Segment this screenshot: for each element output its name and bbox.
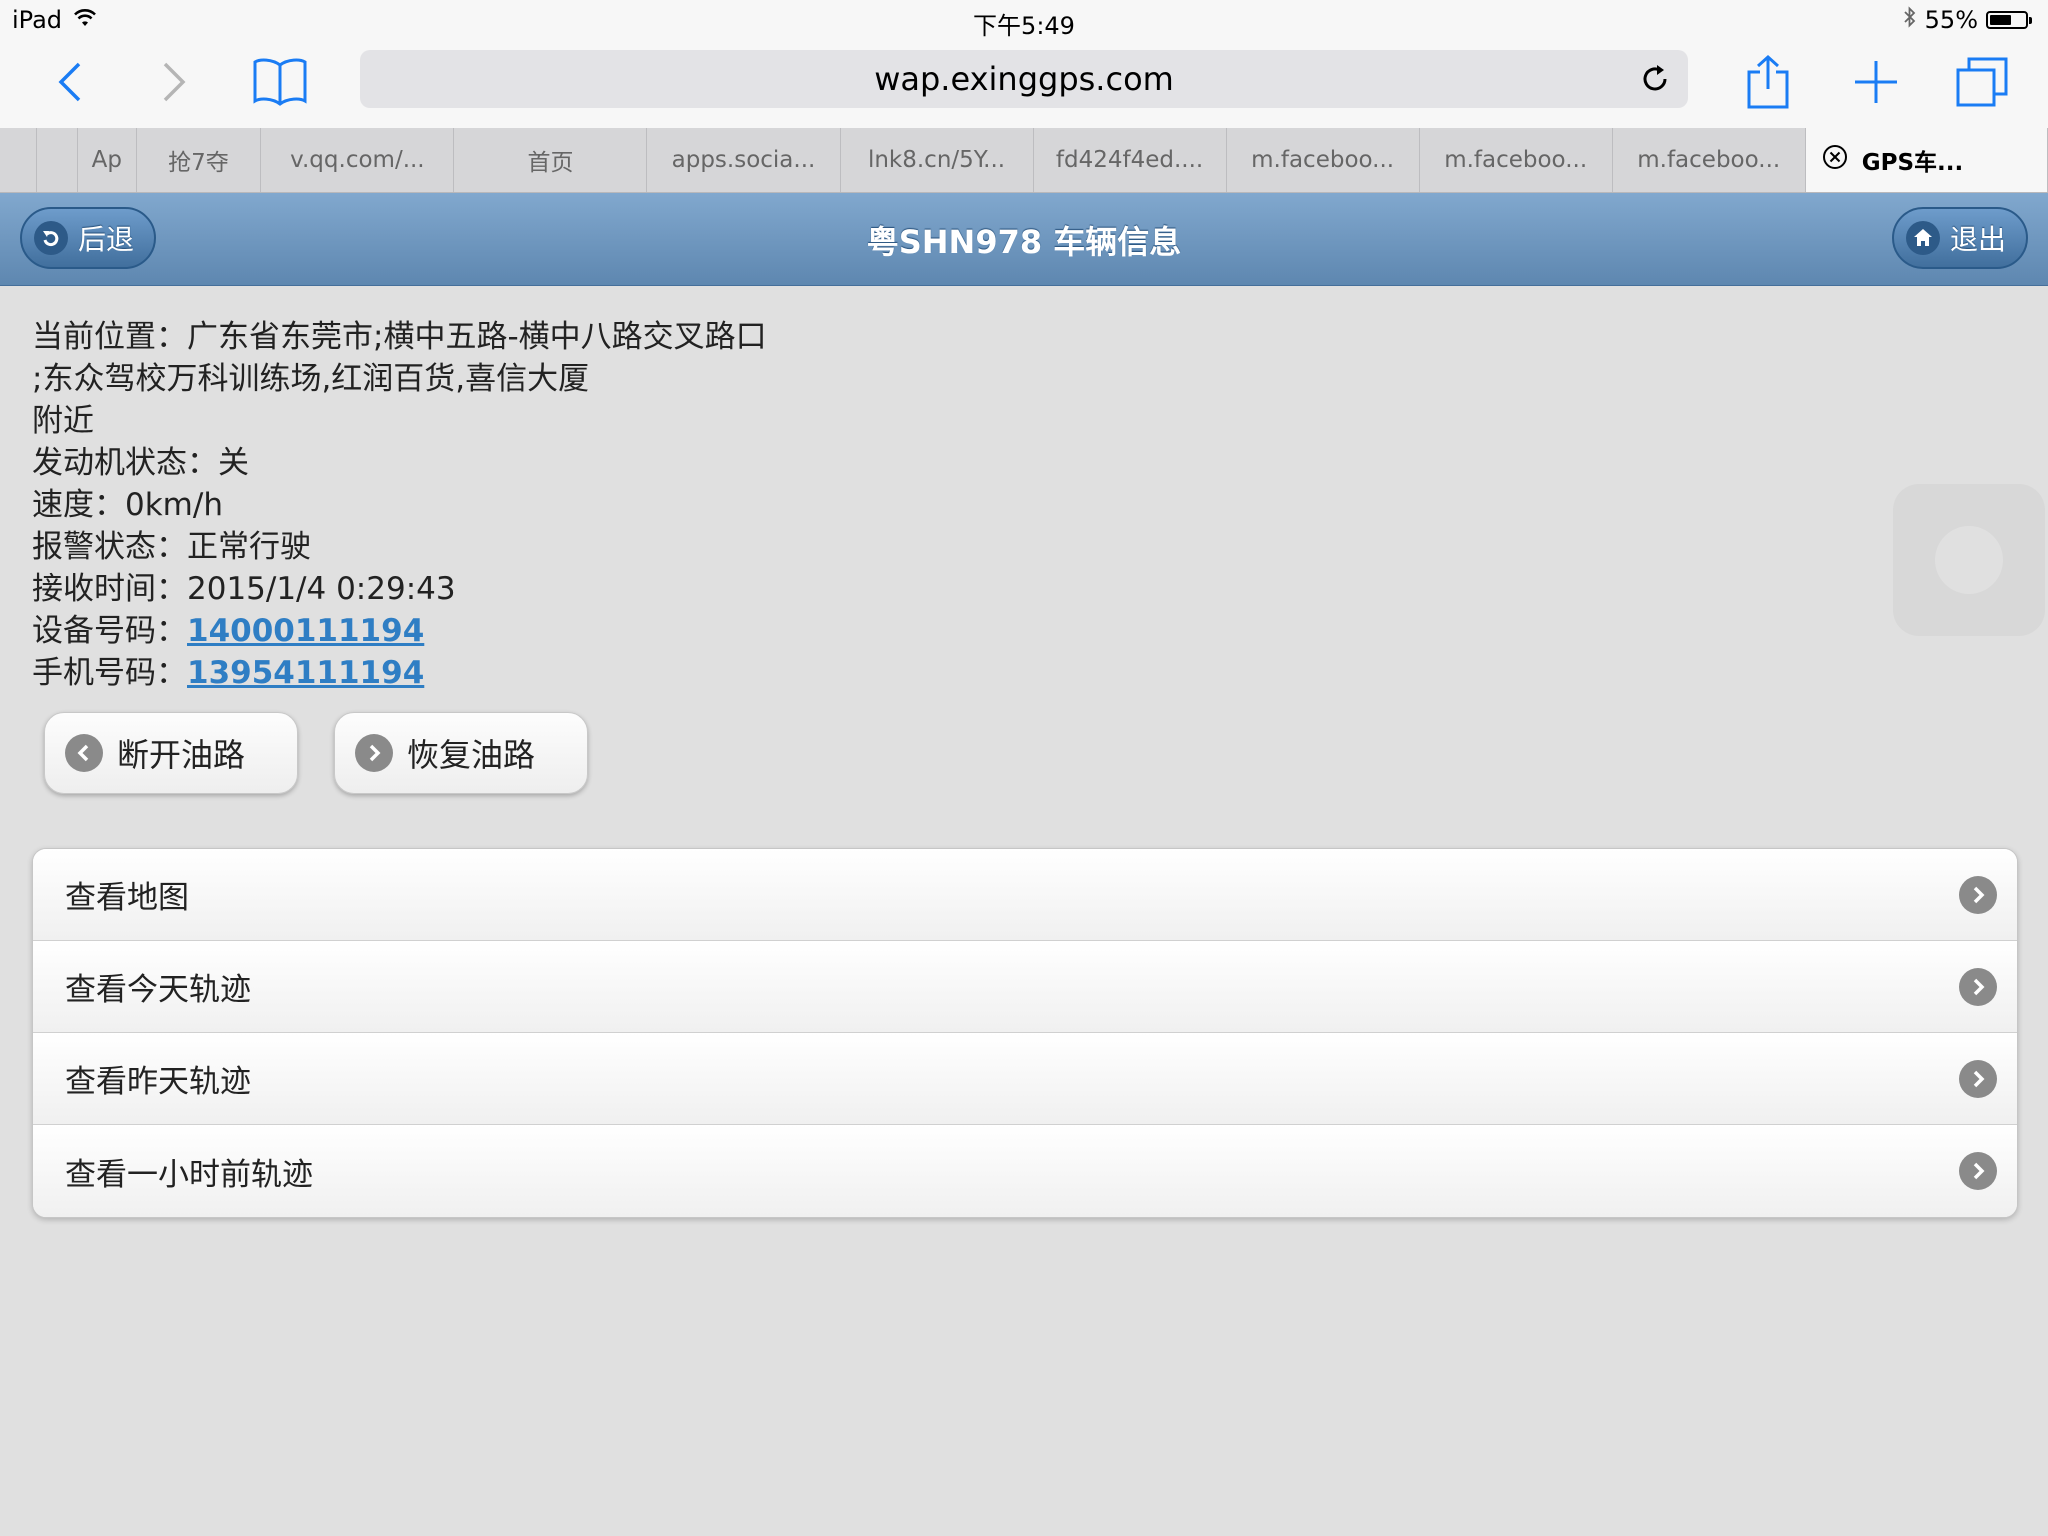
bookmarks-icon[interactable]	[248, 50, 312, 114]
tab-item[interactable]: Ap	[78, 128, 137, 192]
device-number-link[interactable]: 14000111194	[187, 613, 424, 649]
logout-button[interactable]: 退出	[1891, 207, 2028, 269]
share-icon[interactable]	[1736, 50, 1800, 114]
action-list: 查看地图 查看今天轨迹 查看昨天轨迹 查看一小时前轨迹	[32, 848, 2018, 1218]
assistive-touch-button[interactable]	[1893, 484, 2045, 636]
device-number-row: 设备号码：14000111194	[32, 610, 1032, 652]
tab-item[interactable]: m.faceboo...	[1613, 128, 1806, 192]
page-header: 后退 粤SHN978 车辆信息 退出	[0, 193, 2048, 286]
tab-item[interactable]: 抢7夺	[137, 128, 262, 192]
chevron-right-icon	[1959, 1060, 1997, 1098]
back-arrow-icon[interactable]	[38, 50, 102, 114]
tab-item[interactable]: apps.socia...	[647, 128, 841, 192]
tabs-overview-icon[interactable]	[1950, 50, 2014, 114]
list-item-label: 查看今天轨迹	[65, 972, 251, 1008]
tab-item[interactable]: lnk8.cn/5Y...	[841, 128, 1034, 192]
list-item-today-track[interactable]: 查看今天轨迹	[33, 941, 2017, 1033]
location-line-3: 附近	[32, 403, 94, 439]
arrow-right-circle-icon	[355, 734, 393, 772]
tab-item[interactable]: fd424f4ed....	[1034, 128, 1227, 192]
vehicle-info: 当前位置：广东省东莞市;横中五路-横中八路交叉路口 ;东众驾校万科训练场,红润百…	[32, 316, 1032, 694]
alarm-value: 正常行驶	[187, 529, 311, 565]
reload-icon[interactable]	[1638, 62, 1672, 96]
speed-row: 速度：0km/h	[32, 484, 1032, 526]
logout-button-label: 退出	[1949, 223, 2006, 256]
battery-icon	[1986, 11, 2032, 29]
tab-strip: Ap 抢7夺 v.qq.com/... 首页 apps.socia... lnk…	[0, 128, 2048, 193]
receive-time-row: 接收时间：2015/1/4 0:29:43	[32, 568, 1032, 610]
status-bar: iPad 下午5:49 55%	[0, 0, 2048, 40]
list-item-hour-ago-track[interactable]: 查看一小时前轨迹	[33, 1125, 2017, 1217]
assistive-touch-icon	[1935, 526, 2003, 594]
phone-number-label: 手机号码：	[32, 655, 187, 691]
tab-item-label: GPS车...	[1861, 150, 1964, 176]
engine-row: 发动机状态：关	[32, 442, 1032, 484]
location-value: 广东省东莞市;横中五路-横中八路交叉路口	[187, 319, 767, 355]
cut-oil-button[interactable]: 断开油路	[44, 712, 298, 794]
battery-percent: 55%	[1924, 6, 1978, 34]
tab-item[interactable]	[0, 128, 38, 192]
list-item-label: 查看一小时前轨迹	[65, 1156, 313, 1193]
speed-value: 0km/h	[125, 487, 223, 523]
url-bar[interactable]: wap.exinggps.com	[360, 50, 1688, 108]
receive-time-value: 2015/1/4 0:29:43	[187, 571, 456, 607]
engine-label: 发动机状态：	[32, 445, 218, 481]
status-time: 下午5:49	[973, 12, 1075, 40]
arrow-left-circle-icon	[65, 734, 103, 772]
tab-item-active[interactable]: GPS车...	[1805, 128, 2048, 192]
chevron-right-icon	[1959, 968, 1997, 1006]
chevron-right-icon	[1959, 876, 1997, 914]
location-line-2: ;东众驾校万科训练场,红润百货,喜信大厦	[32, 361, 590, 397]
cut-oil-label: 断开油路	[117, 736, 246, 774]
page-title: 粤SHN978 车辆信息	[866, 223, 1182, 261]
device-number-label: 设备号码：	[32, 613, 187, 649]
close-tab-icon[interactable]	[1822, 144, 1848, 176]
forward-arrow-icon[interactable]	[142, 50, 206, 114]
chevron-right-icon	[1959, 1152, 1997, 1190]
tab-item[interactable]	[37, 128, 79, 192]
engine-value: 关	[218, 445, 249, 481]
list-item-label: 查看昨天轨迹	[65, 1064, 251, 1100]
bluetooth-icon	[1903, 6, 1917, 34]
receive-time-label: 接收时间：	[32, 571, 187, 607]
tab-item[interactable]: m.faceboo...	[1420, 128, 1613, 192]
tab-item[interactable]: v.qq.com/...	[261, 128, 455, 192]
speed-label: 速度：	[32, 487, 125, 523]
location-row: 当前位置：广东省东莞市;横中五路-横中八路交叉路口	[32, 316, 1032, 358]
phone-number-row: 手机号码：13954111194	[32, 652, 1032, 694]
new-tab-plus-icon[interactable]	[1844, 50, 1908, 114]
url-text: wap.exinggps.com	[874, 60, 1174, 98]
home-icon	[1905, 221, 1940, 255]
phone-number-link[interactable]: 13954111194	[187, 655, 424, 691]
list-item-yesterday-track[interactable]: 查看昨天轨迹	[33, 1033, 2017, 1125]
list-item-label: 查看地图	[65, 880, 189, 916]
restore-oil-button[interactable]: 恢复油路	[334, 712, 588, 794]
tab-item[interactable]: 首页	[454, 128, 648, 192]
restore-oil-label: 恢复油路	[407, 736, 536, 774]
location-label: 当前位置：	[32, 319, 187, 355]
tab-item[interactable]: m.faceboo...	[1227, 128, 1420, 192]
list-item-view-map[interactable]: 查看地图	[33, 849, 2017, 941]
alarm-label: 报警状态：	[32, 529, 187, 565]
browser-toolbar: wap.exinggps.com	[0, 40, 2048, 128]
alarm-row: 报警状态：正常行驶	[32, 526, 1032, 568]
